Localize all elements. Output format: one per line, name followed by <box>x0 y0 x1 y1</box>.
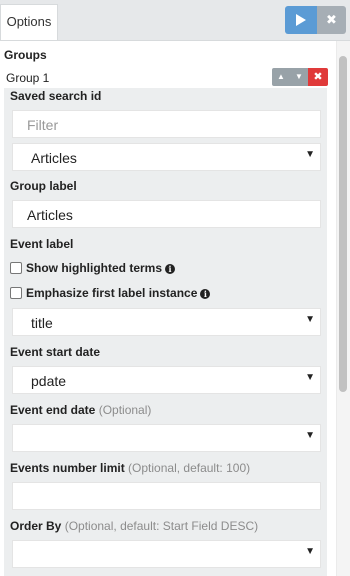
chevron-down-icon: ▼ <box>305 149 315 160</box>
group-label-input[interactable]: Articles <box>12 200 321 228</box>
scrollbar-thumb[interactable] <box>339 56 347 392</box>
close-icon: ✖ <box>326 12 337 27</box>
group-name: Group 1 <box>6 71 50 85</box>
event-end-select[interactable]: ▼ <box>12 424 321 452</box>
chevron-down-icon: ▼ <box>305 430 315 441</box>
info-icon[interactable]: i <box>200 289 211 299</box>
tab-options[interactable]: Options <box>0 4 58 40</box>
show-highlighted-checkbox[interactable] <box>10 262 22 274</box>
limit-label-text: Events number limit <box>10 461 125 475</box>
top-bar: Options ✖ <box>0 0 350 41</box>
order-by-label: Order By (Optional, default: Start Field… <box>10 519 258 533</box>
event-start-label: Event start date <box>10 345 101 359</box>
info-icon[interactable]: i <box>165 264 176 274</box>
chevron-down-icon: ▼ <box>305 314 315 325</box>
filter-placeholder: Filter <box>27 117 59 133</box>
close-icon: ✖ <box>313 71 323 83</box>
limit-label: Events number limit (Optional, default: … <box>10 461 250 475</box>
group-label-label: Group label <box>10 179 77 193</box>
emphasize-first-label: Emphasize first label instance <box>26 286 198 300</box>
saved-search-value: Articles <box>31 150 77 166</box>
chevron-down-icon: ▼ <box>305 372 315 383</box>
limit-optional: (Optional, default: 100) <box>128 461 251 475</box>
limit-input[interactable] <box>12 482 321 510</box>
group-controls: ▲ ▼ ✖ <box>272 68 328 86</box>
event-end-label: Event end date (Optional) <box>10 403 151 417</box>
saved-search-label: Saved search id <box>10 89 102 103</box>
order-by-optional: (Optional, default: Start Field DESC) <box>64 519 259 533</box>
move-down-button[interactable]: ▼ <box>290 68 308 86</box>
event-start-value: pdate <box>31 373 67 389</box>
saved-search-select[interactable]: Articles ▼ <box>12 143 321 171</box>
event-label-value: title <box>31 315 53 331</box>
apply-button[interactable] <box>285 6 317 34</box>
event-end-optional: (Optional) <box>98 403 152 417</box>
move-up-button[interactable]: ▲ <box>272 68 290 86</box>
remove-group-button[interactable]: ✖ <box>308 68 328 86</box>
event-end-label-text: Event end date <box>10 403 96 417</box>
caret-up-icon: ▲ <box>277 72 285 81</box>
saved-search-filter-input[interactable]: Filter <box>12 110 321 138</box>
event-label-label: Event label <box>10 237 74 251</box>
show-highlighted-label: Show highlighted terms <box>26 261 163 275</box>
groups-heading: Groups <box>4 48 47 62</box>
emphasize-first-checkbox[interactable] <box>10 287 22 299</box>
chevron-down-icon: ▼ <box>305 546 315 557</box>
options-panel: Groups Group 1 ▲ ▼ ✖ Saved search id Fil… <box>0 41 336 576</box>
group-label-value: Articles <box>27 207 73 223</box>
caret-down-icon: ▼ <box>295 72 303 81</box>
play-icon <box>296 14 306 26</box>
order-by-label-text: Order By <box>10 519 62 533</box>
discard-button[interactable]: ✖ <box>317 6 346 34</box>
event-start-select[interactable]: pdate ▼ <box>12 366 321 394</box>
order-by-select[interactable]: ▼ <box>12 540 321 568</box>
event-label-select[interactable]: title ▼ <box>12 308 321 336</box>
